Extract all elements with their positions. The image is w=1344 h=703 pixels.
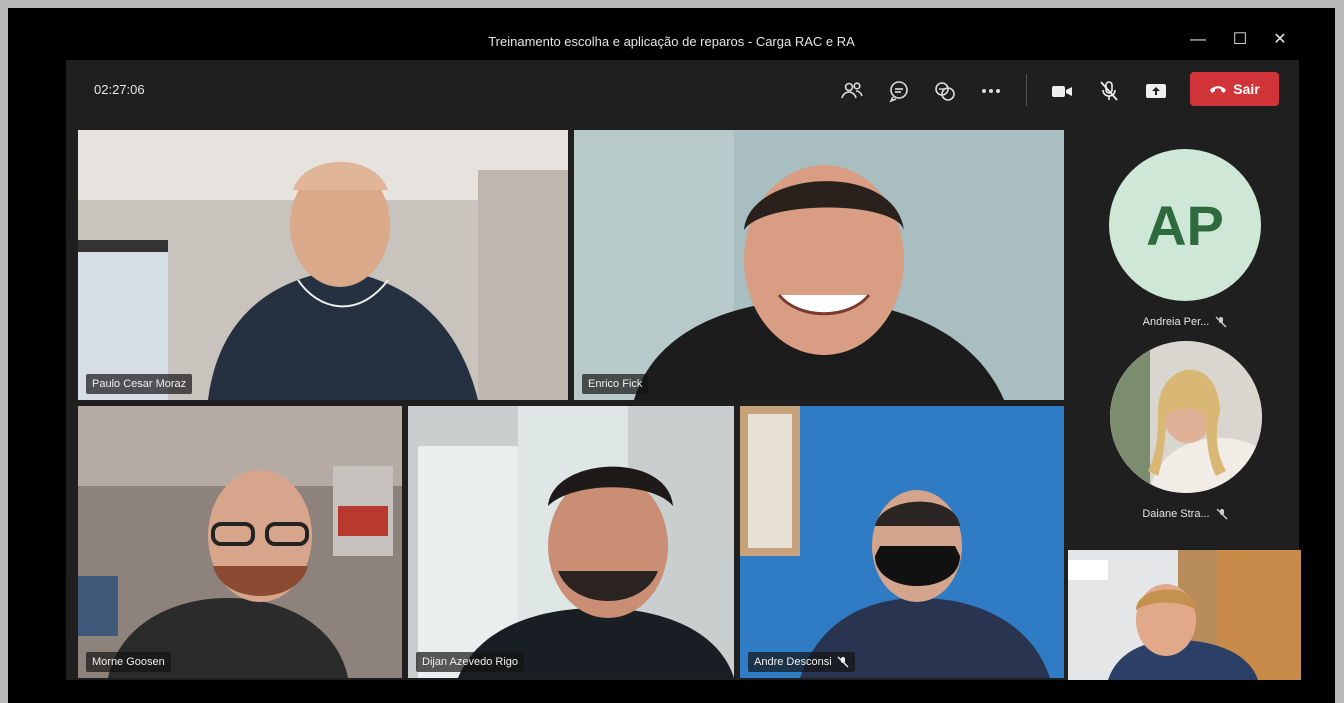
camera-icon[interactable] [1049, 78, 1075, 104]
title-bar: Treinamento escolha e aplicação de repar… [8, 8, 1335, 60]
video-tile-enrico[interactable]: Enrico Fick [574, 130, 1064, 400]
chat-icon[interactable] [886, 78, 912, 104]
video-tile-dijan[interactable]: Dijan Azevedo Rigo [408, 406, 734, 678]
participant-name-tag: Paulo Cesar Moraz [86, 374, 193, 394]
muted-icon [1215, 316, 1227, 328]
mic-off-icon[interactable] [1096, 78, 1122, 104]
avatar[interactable] [1110, 341, 1262, 493]
video-feed [740, 406, 1064, 678]
video-feed [78, 130, 568, 400]
minimize-button[interactable]: — [1183, 27, 1213, 53]
video-feed [574, 130, 1064, 400]
video-feed [1068, 550, 1301, 680]
meeting-timer: 02:27:06 [94, 82, 145, 97]
close-window-button[interactable]: ✕ [1265, 27, 1295, 53]
share-screen-icon[interactable] [1143, 78, 1169, 104]
video-tile-morne[interactable]: Morne Goosen [78, 406, 402, 678]
meeting-window: Treinamento escolha e aplicação de repar… [8, 8, 1335, 703]
video-feed [78, 406, 402, 678]
participant-name-label: Daiane Stra... [1066, 508, 1304, 520]
meeting-stage: 02:27:06 Sair Paulo Cesar Moraz Enrico F… [66, 60, 1301, 680]
participant-name-label: Andreia Per... [1066, 316, 1304, 328]
muted-icon [837, 656, 849, 668]
participant-name-tag: Dijan Azevedo Rigo [416, 652, 525, 672]
window-title: Treinamento escolha e aplicação de repar… [488, 34, 855, 49]
video-feed [408, 406, 734, 678]
reactions-icon[interactable] [932, 78, 958, 104]
participants-icon[interactable] [839, 78, 865, 104]
video-tile-andre[interactable]: Andre Desconsi [740, 406, 1064, 678]
avatar[interactable]: AP [1109, 149, 1261, 301]
participant-name-tag: Morne Goosen [86, 652, 171, 672]
muted-icon [1216, 508, 1228, 520]
maximize-button[interactable]: ☐ [1225, 27, 1255, 53]
leave-button[interactable]: Sair [1190, 72, 1279, 106]
more-icon[interactable] [978, 78, 1004, 104]
toolbar-divider [1026, 74, 1027, 106]
participant-name-tag: Andre Desconsi [748, 652, 855, 672]
participant-name-tag: Enrico Fick [582, 374, 649, 394]
meeting-toolbar: 02:27:06 Sair [66, 60, 1299, 122]
video-tile-paulo[interactable]: Paulo Cesar Moraz [78, 130, 568, 400]
video-tile-small[interactable] [1068, 550, 1301, 680]
side-participants-panel: AP Andreia Per... Daiane Stra... [1066, 130, 1301, 680]
leave-label: Sair [1233, 81, 1260, 97]
phone-hangup-icon [1210, 86, 1227, 93]
